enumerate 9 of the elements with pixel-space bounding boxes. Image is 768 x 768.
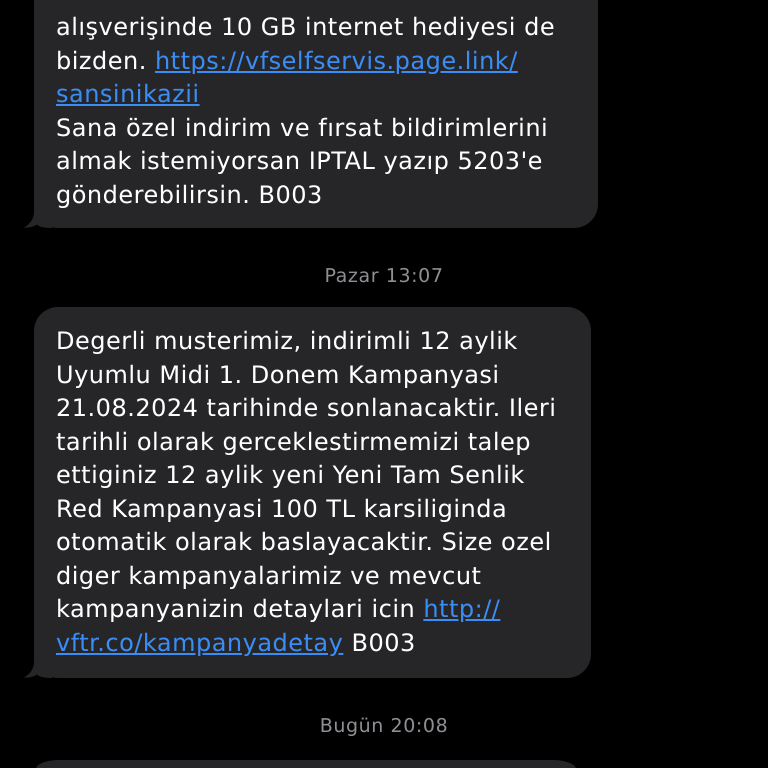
- timestamp: Pazar 13:07: [324, 266, 444, 286]
- message-text: Degerli musterimiz, indirimli 12 aylik Uyumlu Midi 1. Donem Kampanyasi 21.08.2024 tarihinde sonlanacaktir. Ileri tarihli olarak gerceklestirmemizi talep ettiginiz 12 aylik yeni Yeni Tam Senlik Red Kampanyasi 100 TL karsiliginda otomatik olarak baslayacaktir. Size ozel diger kampanyalarimiz ve mevcut kampanyanizin detaylari icin http:// vftr.co/kampanyadetay B003: [56, 326, 558, 658]
- link[interactable]: http://: [423, 595, 500, 623]
- link[interactable]: https://vfselfservis.page.link/: [154, 46, 518, 74]
- link[interactable]: sansinikazii: [56, 80, 200, 108]
- timestamp: Bugün 20:08: [320, 716, 448, 736]
- message-text: Sana özel indirim ve fırsat bildirimlerini almak istemiyorsan IPTAL yazıp 5203'e gönderebilirsin. B003: [56, 112, 550, 210]
- link[interactable]: vftr.co/kampanyadetay: [56, 628, 344, 656]
- message-text: alışverişinde 10 GB internet hediyesi de bizden. https://vfselfservis.page.link/ sansinikazii: [56, 12, 556, 110]
